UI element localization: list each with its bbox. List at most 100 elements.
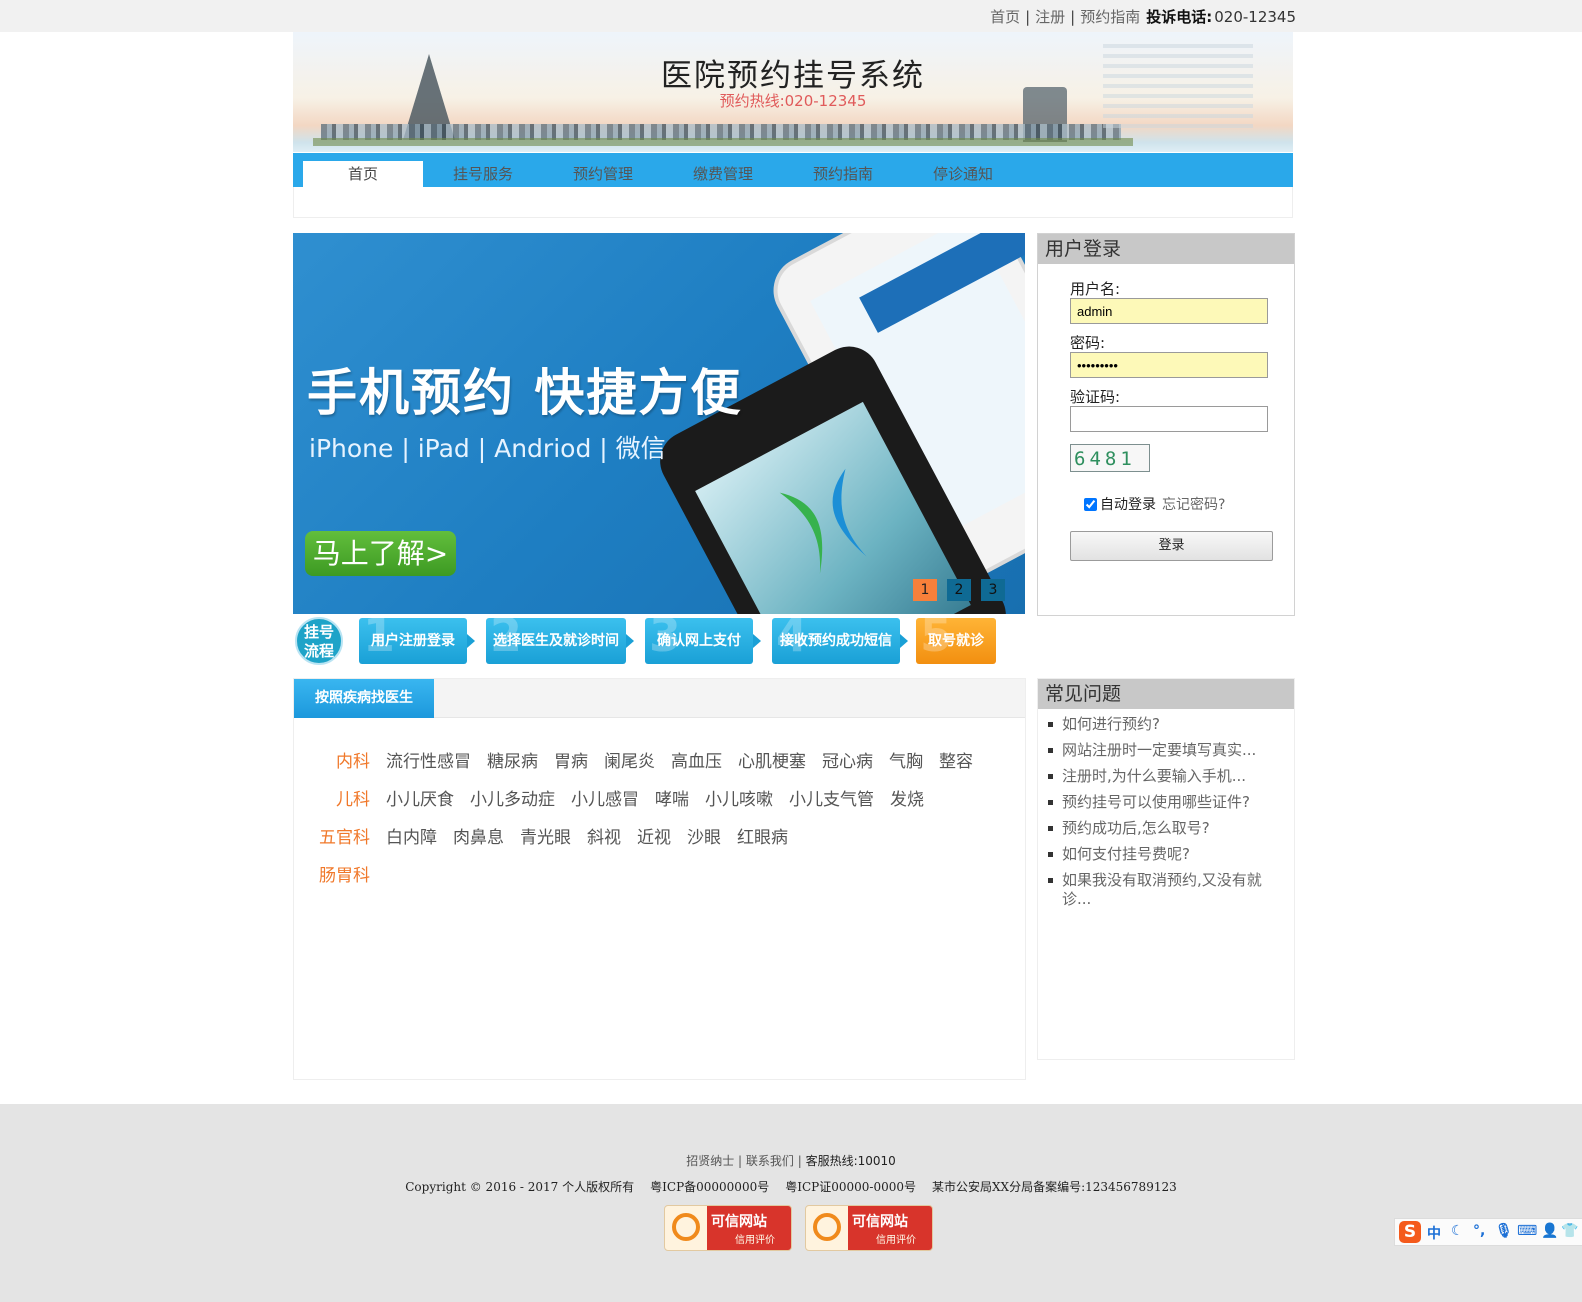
trusted-site-badge[interactable]: 可信网站 信用评价	[664, 1205, 792, 1251]
disease-link[interactable]: 哮喘	[655, 785, 689, 810]
nav-tab-guide[interactable]: 预约指南	[783, 161, 903, 187]
icp-license: 粤ICP证00000-0000号	[785, 1180, 916, 1194]
disease-link[interactable]: 白内障	[386, 823, 437, 848]
disease-link[interactable]: 糖尿病	[487, 747, 538, 772]
disease-link[interactable]: 发烧	[890, 785, 924, 810]
top-link-guide[interactable]: 预约指南	[1080, 6, 1140, 27]
moon-icon[interactable]: ☾	[1451, 1223, 1464, 1239]
main-nav: 首页 挂号服务 预约管理 缴费管理 预约指南 停诊通知	[293, 153, 1293, 187]
category-gastroenterology[interactable]: 肠胃科	[294, 861, 370, 886]
find-doctor-by-disease: 按照疾病找医生 内科 流行性感冒 糖尿病 胃病 阑尾炎 高血压 心肌梗塞 冠心病 气胸 整容 儿…	[293, 678, 1026, 1080]
disease-link[interactable]: 心肌梗塞	[738, 747, 806, 772]
faq-item[interactable]: 如何支付挂号费呢?	[1048, 845, 1288, 864]
disease-link[interactable]: 胃病	[554, 747, 588, 772]
footer-links: 招贤纳士 | 联系我们 | 客服热线:10010	[686, 1154, 896, 1168]
step-label: 确认网上支付	[657, 633, 741, 649]
faq-panel: 常见问题 如何进行预约? 网站注册时一定要填写真实... 注册时,为什么要输入手…	[1037, 678, 1295, 1060]
login-panel: 用户登录 用户名: 密码: 验证码: 6481 自动登录忘记密码? 登录	[1037, 233, 1295, 616]
learn-more-button[interactable]: 马上了解>	[305, 531, 456, 576]
trusted-site-badge[interactable]: 可信网站 信用评价	[805, 1205, 933, 1251]
process-step-1: 1 用户注册登录	[359, 612, 467, 664]
disease-link[interactable]: 整容	[939, 747, 973, 772]
step-label: 用户注册登录	[371, 633, 455, 649]
disease-link[interactable]: 冠心病	[822, 747, 873, 772]
footer-link-careers[interactable]: 招贤纳士	[686, 1154, 734, 1168]
login-button[interactable]: 登录	[1070, 531, 1273, 561]
captcha-label: 验证码:	[1070, 388, 1121, 406]
ime-logo-icon[interactable]: S	[1399, 1221, 1421, 1243]
disease-panel-header: 按照疾病找医生	[294, 679, 1025, 718]
auto-login-label[interactable]: 自动登录	[1100, 497, 1156, 513]
disease-link[interactable]: 青光眼	[520, 823, 571, 848]
slide-dot-3[interactable]: 3	[981, 579, 1005, 601]
disease-link[interactable]: 小儿多动症	[470, 785, 555, 810]
username-field[interactable]	[1070, 298, 1268, 324]
banner-headline: 手机预约 快捷方便	[307, 364, 743, 422]
disease-link[interactable]: 气胸	[889, 747, 923, 772]
faq-item[interactable]: 预约成功后,怎么取号?	[1048, 819, 1288, 838]
ime-toolbar[interactable]: S 中 ☾ °, 🎙 ⌨ 👤 👕	[1394, 1218, 1582, 1246]
disease-link[interactable]: 红眼病	[737, 823, 788, 848]
punctuation-icon[interactable]: °,	[1473, 1223, 1485, 1239]
step-label: 接收预约成功短信	[780, 633, 892, 649]
arrow-right-icon	[467, 634, 475, 648]
disease-link[interactable]: 沙眼	[687, 823, 721, 848]
faq-item[interactable]: 如何进行预约?	[1048, 715, 1288, 734]
faq-item[interactable]: 网站注册时一定要填写真实...	[1048, 741, 1288, 760]
top-link-register[interactable]: 注册	[1035, 6, 1065, 27]
process-step-5: 5 取号就诊	[916, 612, 996, 664]
disease-list: 小儿厌食 小儿多动症 小儿感冒 哮喘 小儿咳嗽 小儿支气管 发烧	[386, 785, 940, 810]
top-bar: 首页 | 注册 | 预约指南 投诉电话: 020-12345	[0, 0, 1582, 32]
faq-title: 常见问题	[1038, 679, 1294, 709]
faq-item[interactable]: 注册时,为什么要输入手机...	[1048, 767, 1288, 786]
arrow-right-icon	[626, 634, 634, 648]
disease-link[interactable]: 近视	[637, 823, 671, 848]
keyboard-icon[interactable]: ⌨	[1517, 1223, 1537, 1239]
icp-record: 粤ICP备00000000号	[650, 1180, 770, 1194]
disease-link[interactable]: 斜视	[587, 823, 621, 848]
nav-tab-payments[interactable]: 缴费管理	[663, 161, 783, 187]
captcha-image[interactable]: 6481	[1070, 444, 1150, 472]
nav-tab-registration[interactable]: 挂号服务	[423, 161, 543, 187]
faq-item[interactable]: 预约挂号可以使用哪些证件?	[1048, 793, 1288, 812]
disease-link[interactable]: 流行性感冒	[386, 747, 471, 772]
seal-subtitle: 信用评价	[735, 1235, 775, 1246]
nav-tab-suspension-notice[interactable]: 停诊通知	[903, 161, 1023, 187]
banner-platforms: iPhone | iPad | Andriod | 微信	[309, 434, 666, 463]
faq-item[interactable]: 如果我没有取消预约,又没有就诊...	[1048, 871, 1288, 909]
process-badge: 挂号 流程	[295, 617, 343, 665]
slide-dot-1[interactable]: 1	[913, 579, 937, 601]
category-internal-medicine[interactable]: 内科	[294, 747, 370, 772]
microphone-icon[interactable]: 🎙	[1495, 1223, 1513, 1239]
disease-link[interactable]: 小儿感冒	[571, 785, 639, 810]
nav-tab-home[interactable]: 首页	[303, 161, 423, 187]
category-ent[interactable]: 五官科	[294, 823, 370, 848]
top-link-home[interactable]: 首页	[990, 6, 1020, 27]
forgot-password-link[interactable]: 忘记密码?	[1162, 497, 1225, 513]
disease-link[interactable]: 阑尾炎	[604, 747, 655, 772]
shirt-icon[interactable]: 👕	[1561, 1223, 1578, 1239]
password-field[interactable]	[1070, 352, 1268, 378]
footer-link-contact[interactable]: 联系我们	[746, 1154, 794, 1168]
slide-dot-2[interactable]: 2	[947, 579, 971, 601]
disease-link[interactable]: 小儿支气管	[789, 785, 874, 810]
footer-legal: Copyright © 2016 - 2017 个人版权所有 粤ICP备00000…	[0, 1178, 1582, 1195]
process-step-2: 2 选择医生及就诊时间	[486, 612, 626, 664]
nav-tab-appointments[interactable]: 预约管理	[543, 161, 663, 187]
disease-link[interactable]: 高血压	[671, 747, 722, 772]
disease-link[interactable]: 小儿厌食	[386, 785, 454, 810]
user-icon[interactable]: 👤	[1541, 1223, 1558, 1239]
ime-mode-toggle[interactable]: 中	[1427, 1223, 1441, 1243]
disease-link[interactable]: 肉鼻息	[453, 823, 504, 848]
promo-banner[interactable]: 手机预约 快捷方便 iPhone | iPad | Andriod | 微信 马…	[293, 233, 1025, 614]
auto-login-checkbox[interactable]	[1084, 498, 1097, 511]
seal-title: 可信网站	[711, 1214, 767, 1230]
disease-link[interactable]: 小儿咳嗽	[705, 785, 773, 810]
tab-find-by-disease[interactable]: 按照疾病找医生	[294, 679, 434, 718]
category-pediatrics[interactable]: 儿科	[294, 785, 370, 810]
copyright-text: Copyright © 2016 - 2017 个人版权所有	[405, 1180, 635, 1194]
captcha-field[interactable]	[1070, 406, 1268, 432]
nav-subbar	[293, 187, 1293, 218]
booking-hotline: 预约热线:020-12345	[719, 92, 867, 110]
arrow-right-icon	[900, 634, 908, 648]
